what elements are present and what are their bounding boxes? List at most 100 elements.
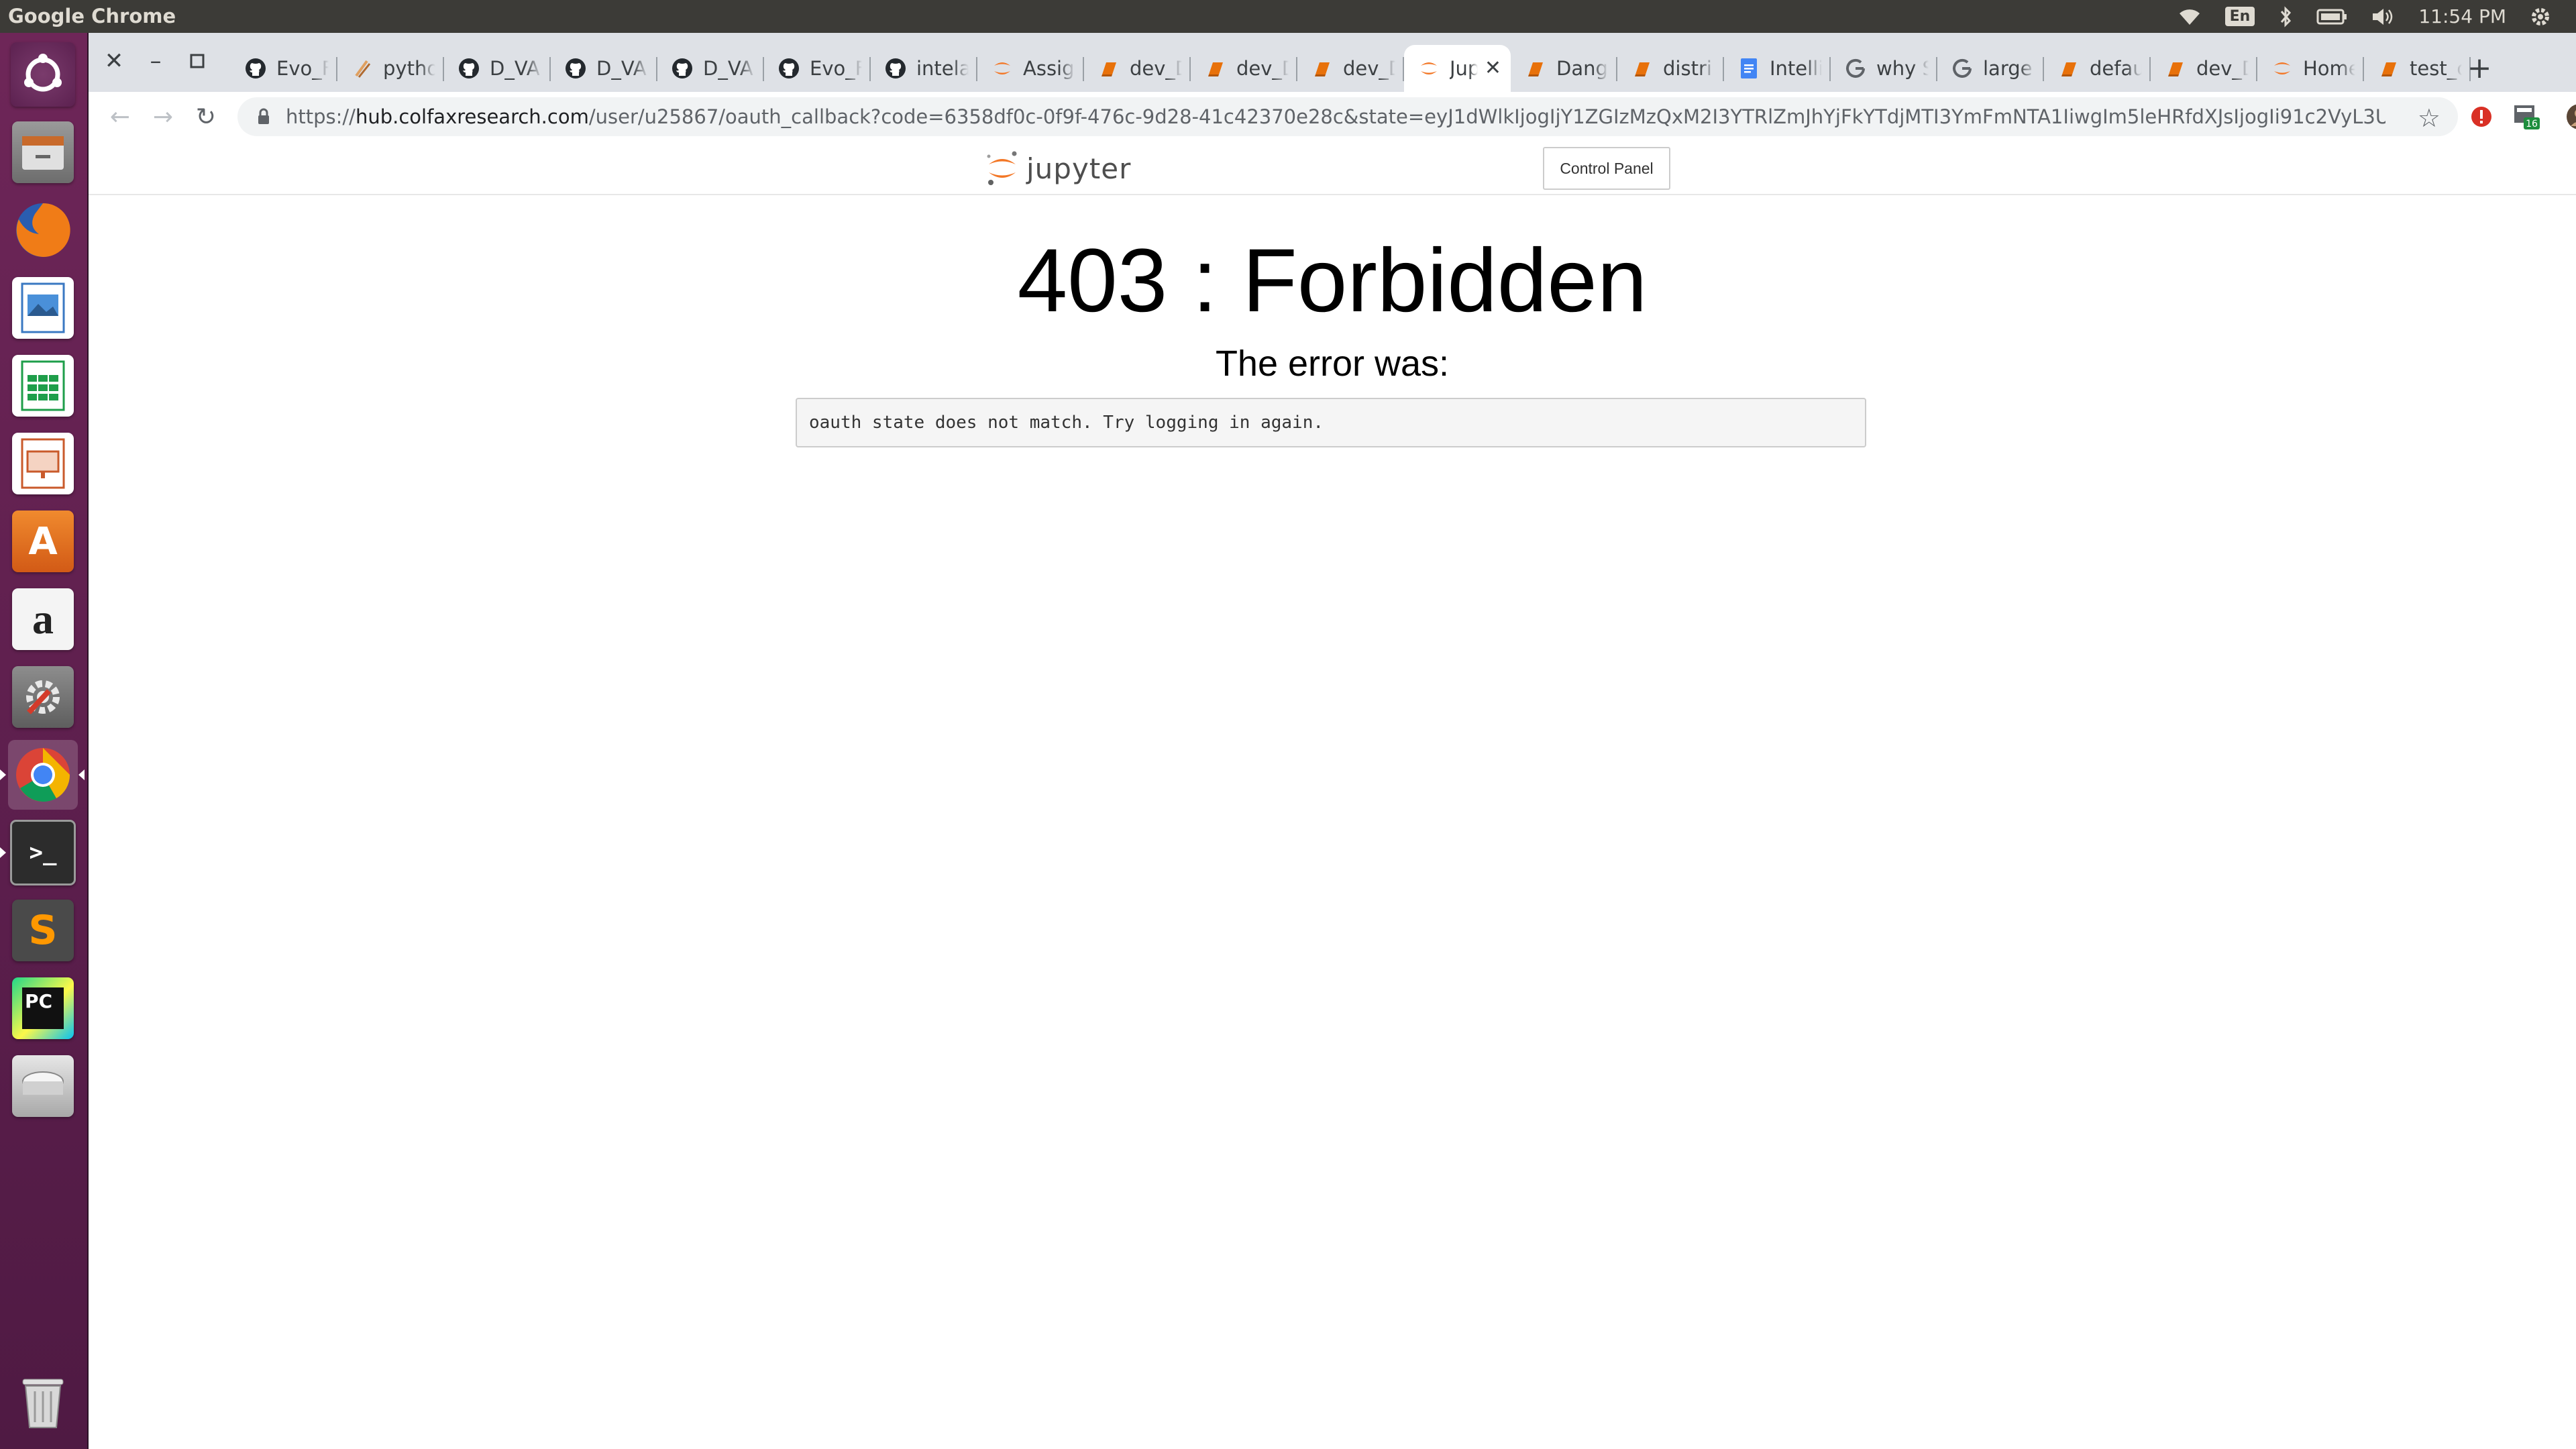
tab-active[interactable]: Jupy ✕ xyxy=(1404,45,1511,92)
close-window-button[interactable]: ✕ xyxy=(95,42,133,80)
active-app-title: Google Chrome xyxy=(8,5,176,28)
tab-title: dev_D xyxy=(1236,57,1289,80)
tab-title: Assig xyxy=(1023,57,1075,80)
book-icon xyxy=(1097,57,1120,80)
system-tray: En 11:54 PM xyxy=(2178,0,2576,33)
url-scheme: https:// xyxy=(286,105,356,128)
tab[interactable]: dev_D xyxy=(1297,45,1404,92)
tab-title: Evo_F xyxy=(810,57,862,80)
tab-title: defau xyxy=(2090,57,2142,80)
jupyter-icon xyxy=(2271,57,2294,80)
back-button[interactable]: ← xyxy=(102,99,138,135)
tab-title: Jupy xyxy=(1450,57,1478,80)
book-icon xyxy=(1631,57,1654,80)
url-path: /user/u25867/oauth_callback?code=6358df0… xyxy=(588,105,2385,128)
tab-title: pytho xyxy=(383,57,435,80)
url-text[interactable]: https://hub.colfaxresearch.com/user/u258… xyxy=(286,105,2385,128)
profile-avatar[interactable] xyxy=(2564,101,2576,132)
terminal-icon[interactable]: >_ xyxy=(0,818,78,888)
pycharm-icon[interactable]: PC xyxy=(8,973,78,1043)
active-indicator xyxy=(78,769,85,780)
new-tab-button[interactable]: + xyxy=(2459,48,2500,88)
ubuntu-software-icon[interactable]: A xyxy=(8,506,78,576)
book-icon xyxy=(1204,57,1227,80)
extension-counter-icon[interactable]: 16 xyxy=(2512,101,2542,132)
jupyter-logo[interactable]: jupyter xyxy=(985,150,1131,187)
minimize-window-button[interactable]: – xyxy=(137,42,174,80)
tab-title: why S xyxy=(1876,57,1929,80)
python-doc-icon xyxy=(351,57,374,80)
tab[interactable]: distri xyxy=(1617,45,1724,92)
wifi-icon[interactable] xyxy=(2178,7,2201,26)
tab-title: Dang xyxy=(1556,57,1608,80)
volume-icon[interactable] xyxy=(2371,7,2394,27)
tab[interactable]: intela xyxy=(871,45,977,92)
jupyter-icon xyxy=(991,57,1014,80)
libreoffice-calc-icon[interactable] xyxy=(8,351,78,421)
tab[interactable]: Evo_F xyxy=(231,45,337,92)
book-icon xyxy=(2057,57,2080,80)
tab[interactable]: D_VA xyxy=(551,45,657,92)
firefox-icon[interactable] xyxy=(8,195,78,265)
close-tab-icon[interactable]: ✕ xyxy=(1485,56,1501,80)
clock[interactable]: 11:54 PM xyxy=(2418,5,2506,28)
tab[interactable]: test_c xyxy=(2364,45,2471,92)
alert-extension-icon[interactable] xyxy=(2466,101,2497,132)
github-icon xyxy=(244,57,267,80)
tab[interactable]: large xyxy=(1937,45,2044,92)
battery-icon[interactable] xyxy=(2316,8,2347,25)
tab-title: dev_D xyxy=(2196,57,2249,80)
tab-title: D_VA xyxy=(596,57,647,80)
tab-title: test_c xyxy=(2410,57,2462,80)
tab[interactable]: why S xyxy=(1831,45,1937,92)
maximize-window-button[interactable] xyxy=(178,42,216,80)
reload-button[interactable]: ↻ xyxy=(188,99,224,135)
disk-drive-icon[interactable] xyxy=(8,1051,78,1121)
keyboard-language-indicator[interactable]: En xyxy=(2224,7,2255,26)
ubuntu-dash-icon[interactable] xyxy=(8,40,78,109)
libreoffice-impress-icon[interactable] xyxy=(8,429,78,498)
tab[interactable]: dev_D xyxy=(1191,45,1297,92)
jupyter-header: jupyter Control Panel xyxy=(89,142,2576,195)
github-icon xyxy=(884,57,907,80)
libreoffice-draw-icon[interactable] xyxy=(8,273,78,343)
tab-list: Evo_F pytho D_VA D_VA D_VA Evo_F intela Assig de… xyxy=(231,45,2471,92)
tab-title: D_VA xyxy=(490,57,540,80)
files-icon[interactable] xyxy=(8,117,78,187)
address-bar[interactable]: https://hub.colfaxresearch.com/user/u258… xyxy=(237,97,2458,136)
tab[interactable]: D_VA xyxy=(444,45,551,92)
settings-gear-icon[interactable] xyxy=(2529,5,2552,28)
github-icon xyxy=(671,57,694,80)
tab[interactable]: Evo_F xyxy=(764,45,871,92)
tab[interactable]: Home xyxy=(2257,45,2364,92)
tab[interactable]: D_VA xyxy=(657,45,764,92)
tab[interactable]: pytho xyxy=(337,45,444,92)
tab[interactable]: Assig xyxy=(977,45,1084,92)
tab-title: large xyxy=(1983,57,2033,80)
error-message-box: oauth state does not match. Try logging … xyxy=(796,398,1866,447)
lock-icon[interactable] xyxy=(254,108,274,125)
bookmark-star-icon[interactable]: ☆ xyxy=(2418,103,2440,133)
chrome-icon[interactable] xyxy=(0,740,85,810)
tab-title: Evo_F xyxy=(276,57,329,80)
tab[interactable]: dev_D xyxy=(1084,45,1191,92)
tab-title: intela xyxy=(916,57,969,80)
error-subtitle: The error was: xyxy=(1215,343,1450,384)
tab[interactable]: Dang xyxy=(1511,45,1617,92)
tab[interactable]: defau xyxy=(2044,45,2151,92)
forward-button[interactable]: → xyxy=(145,99,181,135)
bluetooth-icon[interactable] xyxy=(2279,5,2292,28)
system-settings-icon[interactable] xyxy=(8,662,78,732)
sublime-text-icon[interactable]: S xyxy=(8,896,78,965)
book-icon xyxy=(2164,57,2187,80)
error-title: 403 : Forbidden xyxy=(1017,231,1648,331)
tab[interactable]: dev_D xyxy=(2151,45,2257,92)
amazon-icon[interactable]: a xyxy=(8,584,78,654)
running-indicator xyxy=(0,847,6,858)
trash-icon[interactable] xyxy=(8,1366,78,1436)
book-icon xyxy=(1524,57,1547,80)
chrome-window: ✕ – Evo_F pytho D_VA D_VA D_VA Evo_F intela Ass… xyxy=(89,33,2576,1449)
tab[interactable]: Intelli xyxy=(1724,45,1831,92)
control-panel-button[interactable]: Control Panel xyxy=(1543,147,1670,190)
tab-title: D_VA xyxy=(703,57,753,80)
